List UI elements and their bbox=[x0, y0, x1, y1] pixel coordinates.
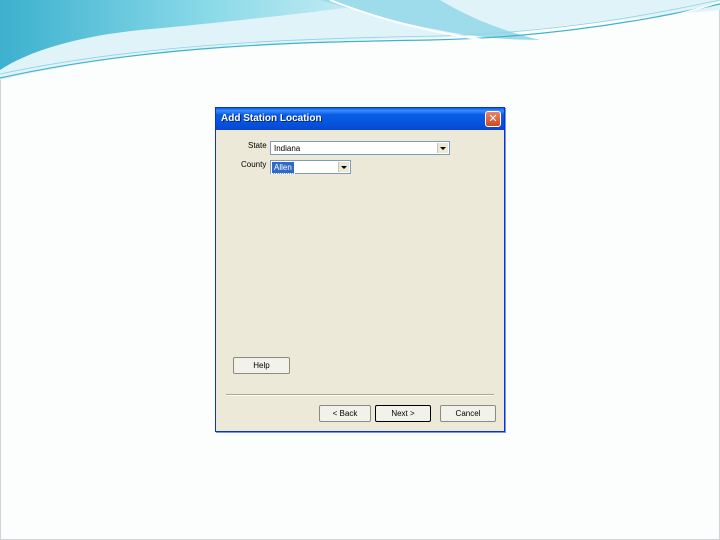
close-button[interactable]: ✕ bbox=[485, 111, 501, 127]
cancel-button[interactable]: Cancel bbox=[440, 405, 496, 422]
next-button[interactable]: Next > bbox=[375, 405, 431, 422]
state-label: State bbox=[248, 141, 267, 150]
chevron-down-icon[interactable] bbox=[338, 162, 349, 172]
close-icon: ✕ bbox=[488, 112, 498, 125]
back-button[interactable]: < Back bbox=[319, 405, 371, 422]
dialog-title: Add Station Location bbox=[221, 113, 322, 124]
add-station-location-dialog: Add Station Location ✕ State Indiana Cou… bbox=[215, 107, 505, 432]
dialog-titlebar[interactable]: Add Station Location ✕ bbox=[216, 108, 504, 130]
help-button[interactable]: Help bbox=[233, 357, 290, 374]
state-select[interactable]: Indiana bbox=[270, 141, 450, 155]
button-separator bbox=[226, 394, 494, 396]
county-select-value: Allen bbox=[271, 161, 295, 174]
county-select[interactable]: Allen bbox=[270, 160, 351, 174]
decorative-swoosh bbox=[0, 0, 720, 80]
county-label: County bbox=[241, 160, 267, 169]
state-select-value: Indiana bbox=[274, 144, 301, 153]
chevron-down-icon[interactable] bbox=[437, 143, 448, 153]
